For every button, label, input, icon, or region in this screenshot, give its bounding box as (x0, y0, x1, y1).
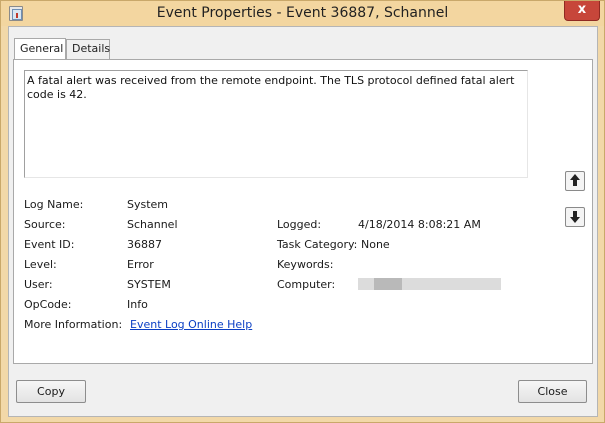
title-bar[interactable]: Event Properties - Event 36887, Schannel… (1, 1, 604, 26)
source-label: Source: (24, 218, 66, 231)
keywords-label: Keywords: (277, 258, 334, 271)
user-label: User: (24, 278, 53, 291)
source-value: Schannel (127, 218, 178, 231)
level-value: Error (127, 258, 154, 271)
event-description[interactable]: A fatal alert was received from the remo… (24, 70, 528, 178)
event-log-online-help-link[interactable]: Event Log Online Help (130, 318, 252, 331)
arrow-up-icon-stem (573, 180, 577, 186)
log-name-value: System (127, 198, 169, 211)
logged-label: Logged: (277, 218, 322, 231)
general-tab-panel: A fatal alert was received from the remo… (13, 59, 593, 364)
level-label: Level: (24, 258, 57, 271)
logged-value: 4/18/2014 8:08:21 AM (358, 218, 481, 231)
event-properties-window: Event Properties - Event 36887, Schannel… (0, 0, 605, 423)
window-close-button[interactable]: x (564, 1, 600, 21)
more-information-label: More Information: (24, 318, 123, 331)
previous-event-button[interactable] (565, 171, 585, 191)
computer-value-redacted (358, 278, 501, 290)
arrow-down-icon (570, 217, 580, 223)
copy-button[interactable]: Copy (16, 380, 86, 403)
task-category-value: None (361, 238, 390, 251)
next-event-button[interactable] (565, 207, 585, 227)
event-id-value: 36887 (127, 238, 162, 251)
computer-label: Computer: (277, 278, 336, 291)
event-id-label: Event ID: (24, 238, 75, 251)
task-category-label: Task Category: (277, 238, 358, 251)
user-value: SYSTEM (127, 278, 171, 291)
tab-details[interactable]: Details (66, 39, 110, 59)
close-button[interactable]: Close (518, 380, 587, 403)
tab-general[interactable]: General (14, 38, 66, 59)
log-name-label: Log Name: (24, 198, 84, 211)
window-title: Event Properties - Event 36887, Schannel (156, 5, 449, 21)
opcode-label: OpCode: (24, 298, 72, 311)
dialog-client-area: General Details A fatal alert was receiv… (8, 26, 598, 417)
opcode-value: Info (127, 298, 148, 311)
